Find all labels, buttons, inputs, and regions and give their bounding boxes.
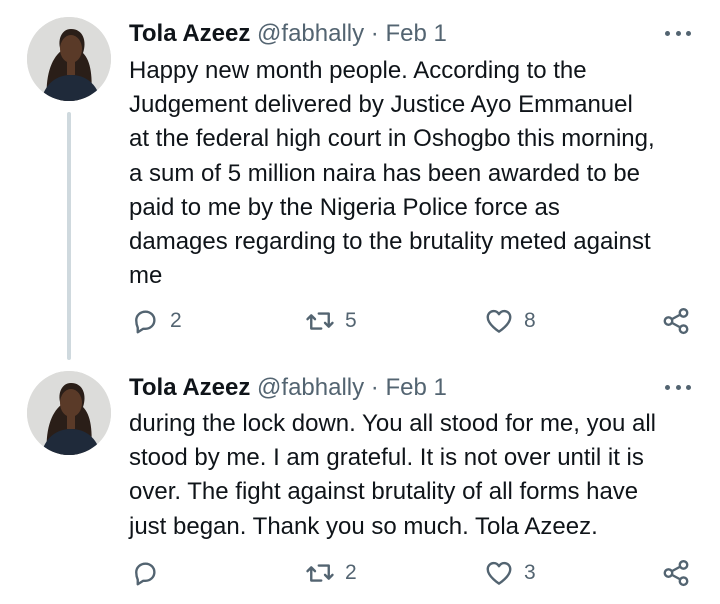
more-dots-icon[interactable] bbox=[665, 23, 691, 43]
heart-icon bbox=[486, 309, 512, 333]
tweet-1[interactable]: Tola Azeez @fabhally · Feb 1 Happy new m… bbox=[0, 0, 720, 360]
separator: · bbox=[370, 374, 379, 401]
share-icon bbox=[663, 307, 689, 335]
reply-count: 2 bbox=[170, 309, 182, 332]
separator: · bbox=[370, 20, 379, 47]
profile-photo-icon bbox=[27, 17, 111, 101]
retweet-count: 5 bbox=[345, 309, 357, 332]
more-dots-icon[interactable] bbox=[665, 377, 691, 397]
share-button[interactable] bbox=[661, 301, 691, 341]
profile-photo-icon bbox=[27, 371, 111, 455]
tweet-header: Tola Azeez @fabhally · Feb 1 bbox=[129, 373, 690, 403]
heart-icon bbox=[486, 561, 512, 585]
tweet-text: Happy new month people. According to the… bbox=[129, 57, 655, 290]
reply-icon bbox=[135, 562, 156, 586]
tweet-date[interactable]: Feb 1 bbox=[385, 20, 446, 47]
retweet-icon bbox=[306, 312, 334, 330]
like-count: 8 bbox=[524, 309, 536, 332]
tweet-actions: 2 5 8 bbox=[0, 301, 720, 341]
tweet-text: during the lock down. You all stood for … bbox=[129, 410, 656, 540]
author-handle[interactable]: @fabhally bbox=[257, 20, 364, 47]
tweet-2[interactable]: Tola Azeez @fabhally · Feb 1 during the … bbox=[0, 360, 720, 604]
retweet-button[interactable]: 2 bbox=[305, 553, 357, 593]
tweet-header: Tola Azeez @fabhally · Feb 1 bbox=[129, 19, 690, 49]
reply-button[interactable]: 2 bbox=[130, 301, 182, 341]
reply-icon bbox=[135, 310, 156, 334]
avatar[interactable] bbox=[27, 371, 111, 455]
tweet-date[interactable]: Feb 1 bbox=[385, 374, 446, 401]
author-name[interactable]: Tola Azeez bbox=[129, 20, 250, 47]
retweet-count: 2 bbox=[345, 561, 357, 584]
avatar[interactable] bbox=[27, 17, 111, 101]
reply-button[interactable] bbox=[130, 553, 170, 593]
share-icon bbox=[663, 559, 689, 587]
retweet-button[interactable]: 5 bbox=[305, 301, 357, 341]
like-button[interactable]: 3 bbox=[484, 553, 536, 593]
retweet-icon bbox=[306, 564, 334, 582]
author-name[interactable]: Tola Azeez bbox=[129, 374, 250, 401]
share-button[interactable] bbox=[661, 553, 691, 593]
author-handle[interactable]: @fabhally bbox=[257, 374, 364, 401]
tweet-actions: 2 3 bbox=[0, 553, 720, 593]
like-count: 3 bbox=[524, 561, 536, 584]
like-button[interactable]: 8 bbox=[484, 301, 536, 341]
